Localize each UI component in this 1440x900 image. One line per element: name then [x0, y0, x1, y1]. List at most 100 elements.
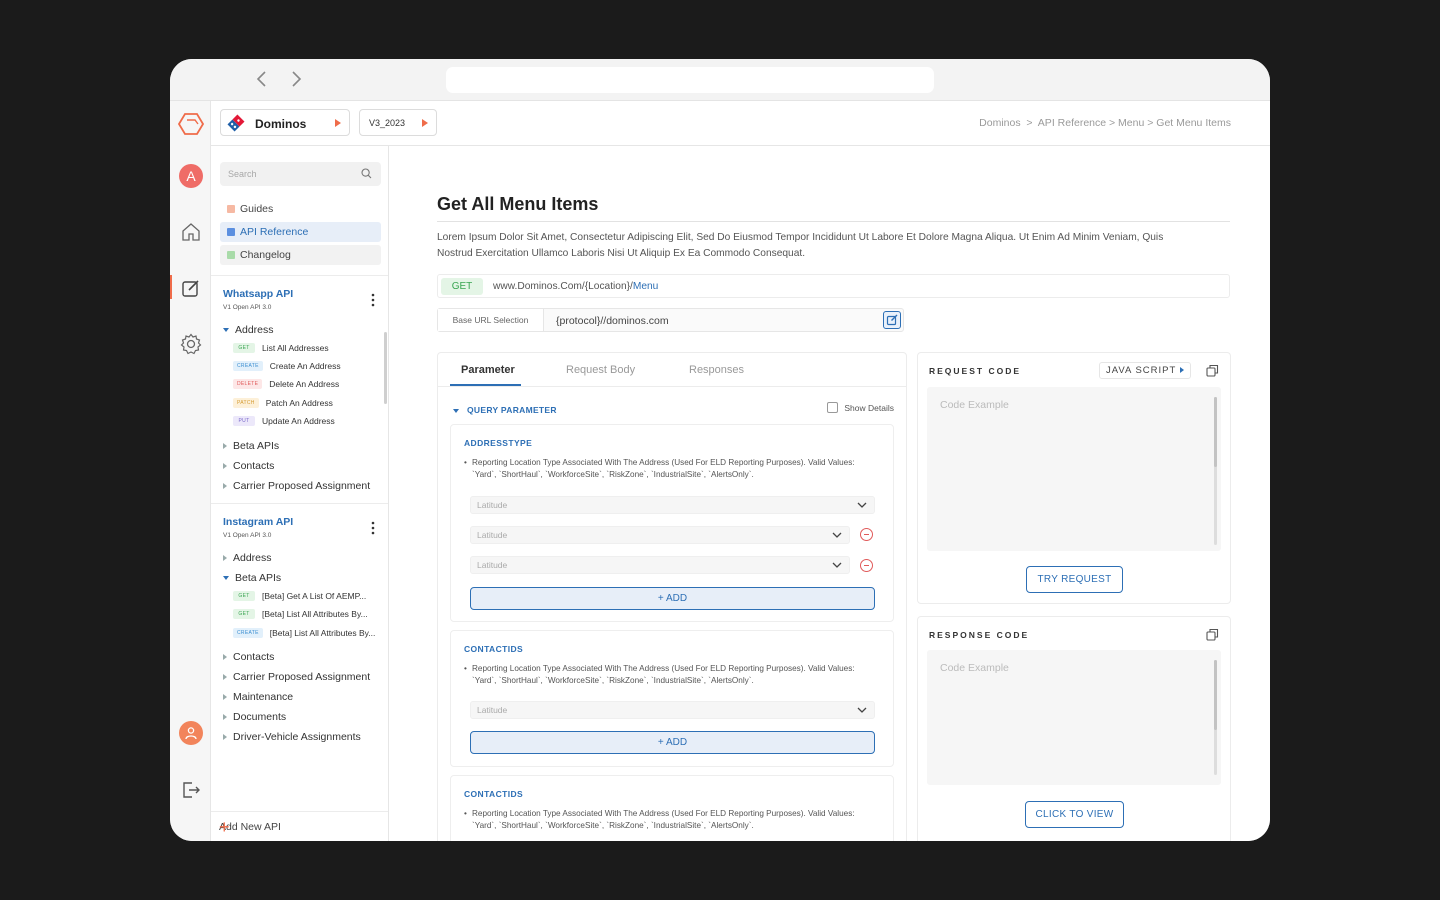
code-placeholder: Code Example	[940, 399, 1009, 411]
caret-right-icon	[223, 674, 227, 681]
version-label: V3_2023	[369, 118, 406, 128]
base-url-selection[interactable]: Base URL Selection {protocol}//dominos.c…	[437, 308, 904, 332]
api-section-instagram: Instagram API V1 Open API 3.0 Address Be…	[211, 503, 388, 803]
caret-down-icon	[453, 408, 459, 413]
endpoint-item[interactable]: CREATE [Beta] List All Attributes By...	[233, 628, 375, 638]
sidebar-item-label: Guides	[240, 203, 274, 215]
endpoint-bar: GET www.Dominos.Com/{Location}/Menu	[437, 274, 1230, 298]
query-parameter-toggle[interactable]: QUERY PARAMETER	[453, 405, 557, 415]
tree-group-contacts[interactable]: Contacts	[223, 460, 274, 472]
method-badge: DELETE	[233, 379, 263, 389]
code-scrollbar[interactable]	[1214, 397, 1217, 545]
endpoint-item[interactable]: CREATE Create An Address	[233, 361, 341, 371]
address-bar[interactable]	[446, 67, 934, 93]
add-button[interactable]: + ADD	[470, 587, 875, 610]
endpoint-item[interactable]: GET [Beta] List All Attributes By...	[233, 609, 368, 619]
forward-arrow-icon[interactable]	[286, 69, 306, 89]
remove-circle-icon[interactable]	[860, 559, 873, 572]
more-options-icon[interactable]	[367, 293, 379, 307]
param-select[interactable]: Latitude	[470, 526, 850, 544]
remove-circle-icon[interactable]	[860, 528, 873, 541]
code-placeholder: Code Example	[940, 662, 1009, 674]
plus-icon[interactable]: +	[219, 818, 380, 836]
param-select[interactable]: Latitude	[470, 556, 850, 574]
response-code-title: RESPONSE CODE	[929, 630, 1030, 640]
endpoint-url-tail: Menu	[632, 281, 659, 292]
caret-right-icon	[223, 443, 227, 450]
sidebar-scrollbar[interactable]	[384, 332, 387, 404]
tree-group-beta-apis[interactable]: Beta APIs	[223, 572, 281, 584]
search-input[interactable]: Search	[220, 162, 381, 186]
sidebar-item-changelog[interactable]: Changelog	[220, 245, 381, 265]
logout-icon[interactable]	[180, 779, 202, 801]
tab-parameter[interactable]: Parameter	[461, 364, 515, 376]
edit-document-icon[interactable]	[180, 277, 202, 299]
endpoint-item[interactable]: GET List All Addresses	[233, 343, 329, 353]
caret-right-icon	[223, 714, 227, 721]
response-code-panel: RESPONSE CODE Code Example CLICK TO VIEW	[917, 616, 1231, 841]
response-code-box[interactable]: Code Example	[927, 650, 1221, 785]
param-description: Reporting Location Type Associated With …	[464, 457, 874, 481]
tree-group-label: Driver-Vehicle Assignments	[233, 731, 361, 743]
tree-group-address[interactable]: Address	[223, 324, 274, 336]
add-button[interactable]: + ADD	[470, 731, 875, 754]
endpoint-label: Create An Address	[269, 361, 341, 371]
show-details-toggle[interactable]: Show Details	[827, 402, 894, 413]
show-details-label: Show Details	[844, 402, 894, 413]
param-title: CONTACTIDS	[464, 644, 524, 654]
tab-divider	[438, 386, 906, 387]
tree-group-contacts[interactable]: Contacts	[223, 651, 274, 663]
project-selector[interactable]: Dominos	[220, 109, 350, 136]
external-link-icon[interactable]	[883, 311, 901, 329]
try-request-button[interactable]: TRY REQUEST	[1026, 566, 1123, 593]
more-options-icon[interactable]	[367, 521, 379, 535]
endpoint-item[interactable]: PUT Update An Address	[233, 416, 335, 426]
workspace-avatar[interactable]: A	[179, 164, 203, 188]
tree-group-carrier[interactable]: Carrier Proposed Assignment	[223, 480, 370, 492]
language-selector[interactable]: JAVA SCRIPT	[1099, 362, 1191, 379]
endpoint-item[interactable]: GET [Beta] Get A List Of AEMP...	[233, 591, 366, 601]
caret-right-icon	[223, 654, 227, 661]
click-to-view-button[interactable]: CLICK TO VIEW	[1025, 801, 1124, 828]
sidebar-item-guides[interactable]: Guides	[220, 199, 381, 219]
caret-right-icon	[223, 734, 227, 741]
add-new-api-row[interactable]: Add New API +	[211, 811, 388, 841]
user-avatar[interactable]	[179, 721, 203, 745]
title-divider	[437, 221, 1230, 222]
tree-group-address[interactable]: Address	[223, 552, 272, 564]
copy-icon[interactable]	[1206, 628, 1219, 646]
select-value: Latitude	[477, 560, 508, 570]
param-description: Reporting Location Type Associated With …	[464, 808, 874, 832]
code-scrollbar[interactable]	[1214, 660, 1217, 775]
sidebar-item-label: Changelog	[240, 249, 291, 261]
tree-group-driver-vehicle[interactable]: Driver-Vehicle Assignments	[223, 731, 361, 743]
tree-group-beta-apis[interactable]: Beta APIs	[223, 440, 279, 452]
main-content: Get All Menu Items Lorem Ipsum Dolor Sit…	[390, 146, 1270, 841]
home-icon[interactable]	[180, 221, 202, 243]
caret-right-icon	[422, 119, 428, 127]
api-title[interactable]: Whatsapp API	[223, 288, 293, 300]
api-title[interactable]: Instagram API	[223, 516, 293, 528]
select-value: Latitude	[477, 500, 508, 510]
copy-icon[interactable]	[1206, 364, 1219, 382]
query-parameter-label: QUERY PARAMETER	[467, 405, 557, 415]
tree-group-maintenance[interactable]: Maintenance	[223, 691, 293, 703]
request-code-box[interactable]: Code Example	[927, 387, 1221, 551]
tab-responses[interactable]: Responses	[689, 364, 744, 376]
show-details-checkbox[interactable]	[827, 402, 839, 413]
version-selector[interactable]: V3_2023	[359, 109, 437, 136]
param-card-addresstype: ADDRESSTYPE Reporting Location Type Asso…	[450, 424, 894, 622]
back-arrow-icon[interactable]	[252, 69, 272, 89]
param-select[interactable]: Latitude	[470, 496, 875, 514]
breadcrumb[interactable]: Dominos > API Reference > Menu > Get Men…	[979, 117, 1231, 129]
endpoint-item[interactable]: DELETE Delete An Address	[233, 379, 339, 389]
tree-group-carrier[interactable]: Carrier Proposed Assignment	[223, 671, 370, 683]
settings-gear-icon[interactable]	[180, 333, 202, 355]
endpoint-item[interactable]: PATCH Patch An Address	[233, 398, 333, 408]
caret-right-icon	[1180, 367, 1184, 373]
sidebar-item-api-reference[interactable]: API Reference	[220, 222, 381, 242]
browser-toolbar	[170, 59, 1270, 101]
tab-request-body[interactable]: Request Body	[566, 364, 635, 376]
param-select[interactable]: Latitude	[470, 701, 875, 719]
tree-group-documents[interactable]: Documents	[223, 711, 286, 723]
